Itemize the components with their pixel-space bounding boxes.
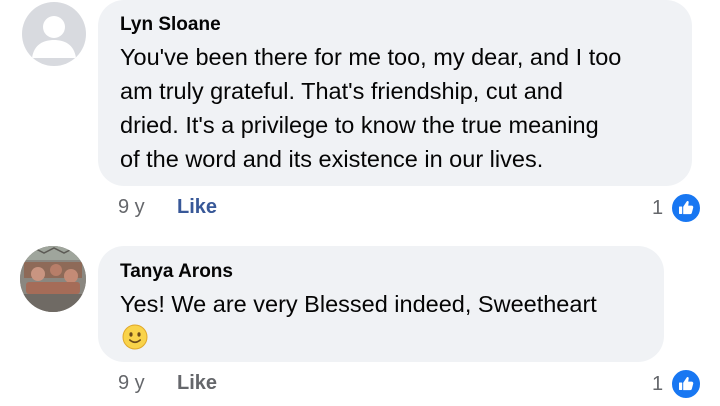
avatar[interactable] [20, 246, 86, 312]
comment-author[interactable]: Lyn Sloane [120, 14, 221, 36]
thumbs-up-icon[interactable] [670, 192, 702, 224]
thumbs-up-icon[interactable] [670, 368, 702, 400]
avatar[interactable] [22, 2, 86, 66]
slightly-smiling-face-icon [122, 324, 148, 350]
comment-timestamp[interactable]: 9 y [118, 372, 145, 395]
reaction-count[interactable]: 1 [652, 197, 663, 220]
like-button[interactable]: Like [177, 196, 217, 219]
comment-text: You've been there for me too, my dear, a… [120, 44, 622, 172]
comment-text: Yes! We are very Blessed indeed, Sweethe… [120, 291, 597, 317]
comment-author[interactable]: Tanya Arons [120, 261, 233, 283]
reaction-count[interactable]: 1 [652, 373, 663, 396]
comment-timestamp[interactable]: 9 y [118, 196, 145, 219]
comment-bubble: Lyn Sloane You've been there for me too,… [98, 0, 692, 186]
profile-photo [20, 246, 86, 312]
default-avatar-icon [32, 16, 76, 58]
like-button[interactable]: Like [177, 372, 217, 395]
comment-bubble: Tanya Arons Yes! We are very Blessed ind… [98, 246, 664, 362]
